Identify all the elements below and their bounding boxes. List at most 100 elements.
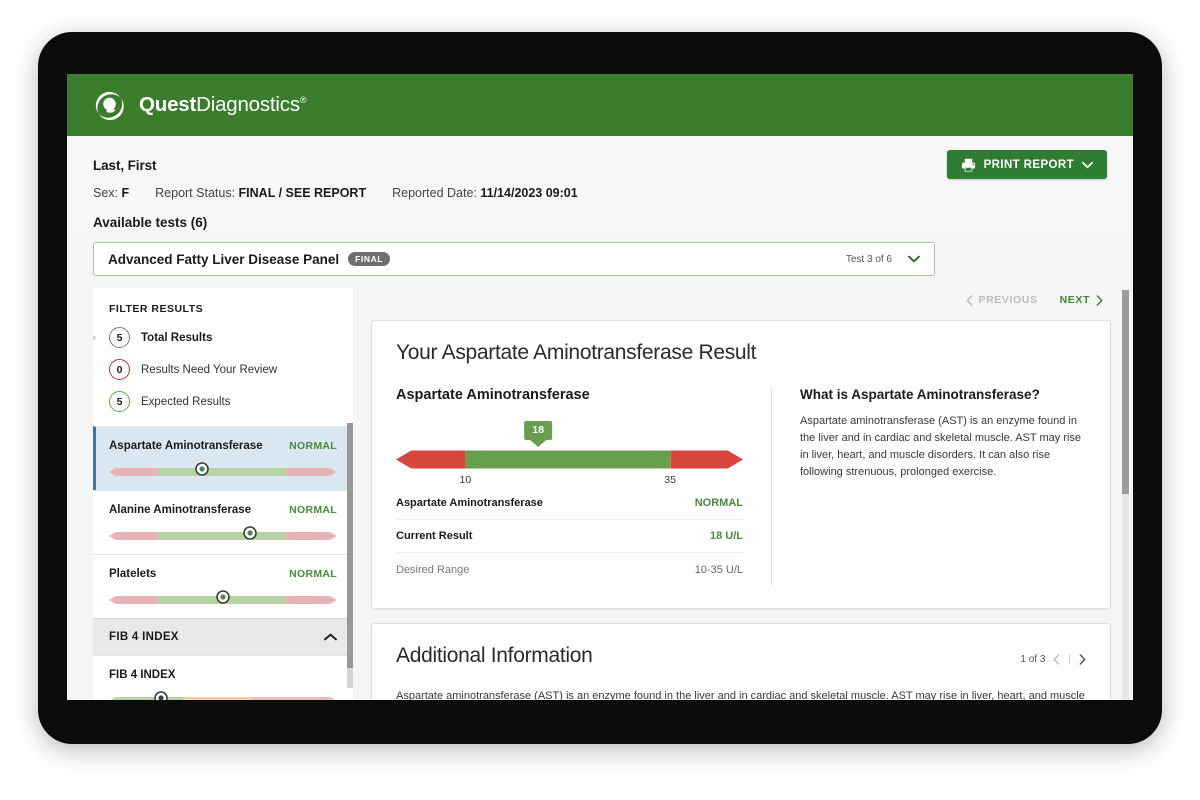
next-result-button[interactable]: NEXT [1060, 294, 1103, 306]
brand-name-bold: Quest [139, 93, 197, 116]
result-item-gauge [109, 691, 337, 700]
filter-expected-results[interactable]: 5 Expected Results [109, 391, 337, 412]
panel-status-chip: FINAL [348, 251, 391, 267]
chevron-right-icon [1096, 294, 1103, 306]
pager-next-button[interactable] [1079, 654, 1086, 665]
sex-label: Sex: [93, 186, 119, 200]
additional-info-body: Additional Information 1 of 3 | Aspartat… [372, 624, 1110, 700]
patient-meta-row: Sex: F Report Status: FINAL / SEE REPORT… [93, 186, 1107, 200]
chevron-up-icon[interactable] [324, 633, 337, 641]
quest-logo-icon [95, 91, 124, 120]
main-content: PREVIOUS NEXT Your Aspartate Aminotransf… [353, 288, 1133, 700]
result-item-name: Aspartate Aminotransferase [109, 440, 263, 452]
print-report-button[interactable]: PRINT REPORT [946, 150, 1107, 179]
chevron-left-icon [1054, 654, 1060, 665]
result-item-name: Platelets [109, 568, 157, 580]
report-status-field: Report Status: FINAL / SEE REPORT [155, 186, 366, 200]
reported-date-value: 11/14/2023 09:01 [480, 186, 578, 200]
filter-results-card: FILTER RESULTS 5 Total Results 0 Results… [93, 288, 353, 426]
row-value: 18 U/L [709, 530, 743, 542]
brand-name-light: Diagnostics [196, 93, 300, 116]
filter-total-results[interactable]: 5 Total Results [93, 327, 337, 348]
panel-selector-right: Test 3 of 6 [846, 254, 920, 265]
mini-gauge-marker-icon [154, 691, 169, 700]
sidebar-scroll-area: FILTER RESULTS 5 Total Results 0 Results… [93, 288, 353, 700]
report-status-label: Report Status: [155, 186, 236, 200]
info-text: Aspartate aminotransferase (AST) is an e… [800, 415, 1082, 479]
table-row: Aspartate Aminotransferase NORMAL [396, 487, 743, 520]
mini-gauge-svg [110, 697, 336, 700]
mini-gauge-marker-icon [216, 590, 230, 604]
filter-review-label: Results Need Your Review [141, 363, 278, 376]
additional-info-pager: 1 of 3 | [1020, 654, 1086, 665]
brand-header: QuestDiagnostics® [67, 74, 1133, 136]
filter-needs-review[interactable]: 0 Results Need Your Review [109, 359, 337, 380]
row-key: Desired Range [396, 563, 470, 576]
pager-text: 1 of 3 [1020, 654, 1046, 665]
reported-date-field: Reported Date: 11/14/2023 09:01 [392, 186, 578, 200]
sidebar-result-platelets[interactable]: Platelets NORMAL [93, 554, 353, 618]
mini-gauge-svg [109, 468, 337, 476]
table-row: Desired Range 10-35 U/L [396, 553, 743, 586]
result-item-name: FIB 4 INDEX [109, 669, 176, 681]
sidebar-result-aspartate-aminotransferase[interactable]: Aspartate Aminotransferase NORMAL [93, 426, 353, 490]
chevron-down-icon[interactable] [908, 255, 920, 263]
next-label: NEXT [1059, 294, 1090, 306]
row-value: 10-35 U/L [694, 563, 743, 576]
report-status-value: FINAL / SEE REPORT [238, 186, 367, 200]
main-scrollbar-thumb[interactable] [1122, 290, 1129, 494]
result-item-header: FIB 4 INDEX [109, 669, 337, 681]
gauge-value-label: 18 [524, 421, 553, 440]
filter-expected-badge: 5 [109, 391, 130, 412]
gauge-tick-high: 35 [664, 474, 676, 486]
available-tests-heading: Available tests (6) [93, 215, 208, 230]
filter-review-badge: 0 [109, 359, 130, 380]
previous-label: PREVIOUS [978, 294, 1038, 306]
patient-info-band: Last, First Sex: F Report Status: FINAL … [67, 136, 1133, 230]
info-heading: What is Aspartate Aminotransferase? [800, 387, 1040, 402]
result-item-header: Platelets NORMAL [109, 568, 337, 580]
gauge-value-flag: 18 [524, 421, 553, 447]
sidebar-result-alanine-aminotransferase[interactable]: Alanine Aminotransferase NORMAL [93, 490, 353, 554]
result-gauge-column: Aspartate Aminotransferase 18 10 35 Aspa… [396, 387, 771, 586]
gauge-value-pointer-icon [530, 440, 547, 447]
result-item-name: Alanine Aminotransferase [109, 504, 252, 516]
row-key: Current Result [396, 530, 473, 542]
chevron-left-icon [966, 294, 972, 306]
tablet-device-frame: QuestDiagnostics® Last, First Sex: F Rep… [38, 32, 1162, 744]
row-key: Aspartate Aminotransferase [396, 497, 543, 509]
additional-info-text: Aspartate aminotransferase (AST) is an e… [396, 690, 1085, 700]
results-sidebar: FILTER RESULTS 5 Total Results 0 Results… [93, 288, 353, 700]
reference-range-gauge: 18 10 35 [396, 421, 743, 486]
result-pagination: PREVIOUS NEXT [371, 288, 1111, 312]
chevron-right-icon [1079, 654, 1086, 665]
result-item-gauge [109, 526, 337, 540]
gauge-tick-labels: 10 35 [396, 474, 743, 488]
pager-previous-button[interactable] [1053, 654, 1060, 665]
result-card-columns: Aspartate Aminotransferase 18 10 35 Aspa… [396, 387, 1086, 586]
result-item-status: NORMAL [289, 568, 337, 580]
selected-pointer-icon [93, 335, 97, 340]
sidebar-result-fib4-index[interactable]: FIB 4 INDEX [93, 655, 353, 700]
gauge-bar [396, 450, 743, 469]
content-body: FILTER RESULTS 5 Total Results 0 Results… [67, 288, 1133, 700]
result-item-gauge [109, 590, 337, 604]
result-item-gauge [109, 462, 337, 476]
sidebar-section-fib4-index[interactable]: FIB 4 INDEX [93, 618, 353, 655]
additional-info-header: Additional Information 1 of 3 | [396, 644, 1086, 668]
test-panel-selector[interactable]: Advanced Fatty Liver Disease Panel FINAL… [93, 242, 935, 276]
filter-total-badge: 5 [109, 327, 130, 348]
gauge-bar-svg [396, 450, 743, 469]
result-item-status: NORMAL [289, 504, 337, 516]
additional-information-card: Additional Information 1 of 3 | Aspartat… [371, 623, 1111, 700]
test-count-label: Test 3 of 6 [845, 253, 892, 265]
result-item-header: Aspartate Aminotransferase NORMAL [109, 440, 337, 452]
browser-screen: QuestDiagnostics® Last, First Sex: F Rep… [67, 74, 1133, 700]
result-info-column: What is Aspartate Aminotransferase? Aspa… [771, 387, 1086, 586]
pager-separator: | [1068, 654, 1071, 665]
analyte-name: Aspartate Aminotransferase [396, 387, 590, 403]
mini-gauge-marker-icon [195, 462, 210, 476]
previous-result-button[interactable]: PREVIOUS [966, 294, 1038, 306]
result-card-body: Your Aspartate Aminotransferase Result A… [372, 321, 1110, 608]
row-value: NORMAL [694, 497, 743, 509]
